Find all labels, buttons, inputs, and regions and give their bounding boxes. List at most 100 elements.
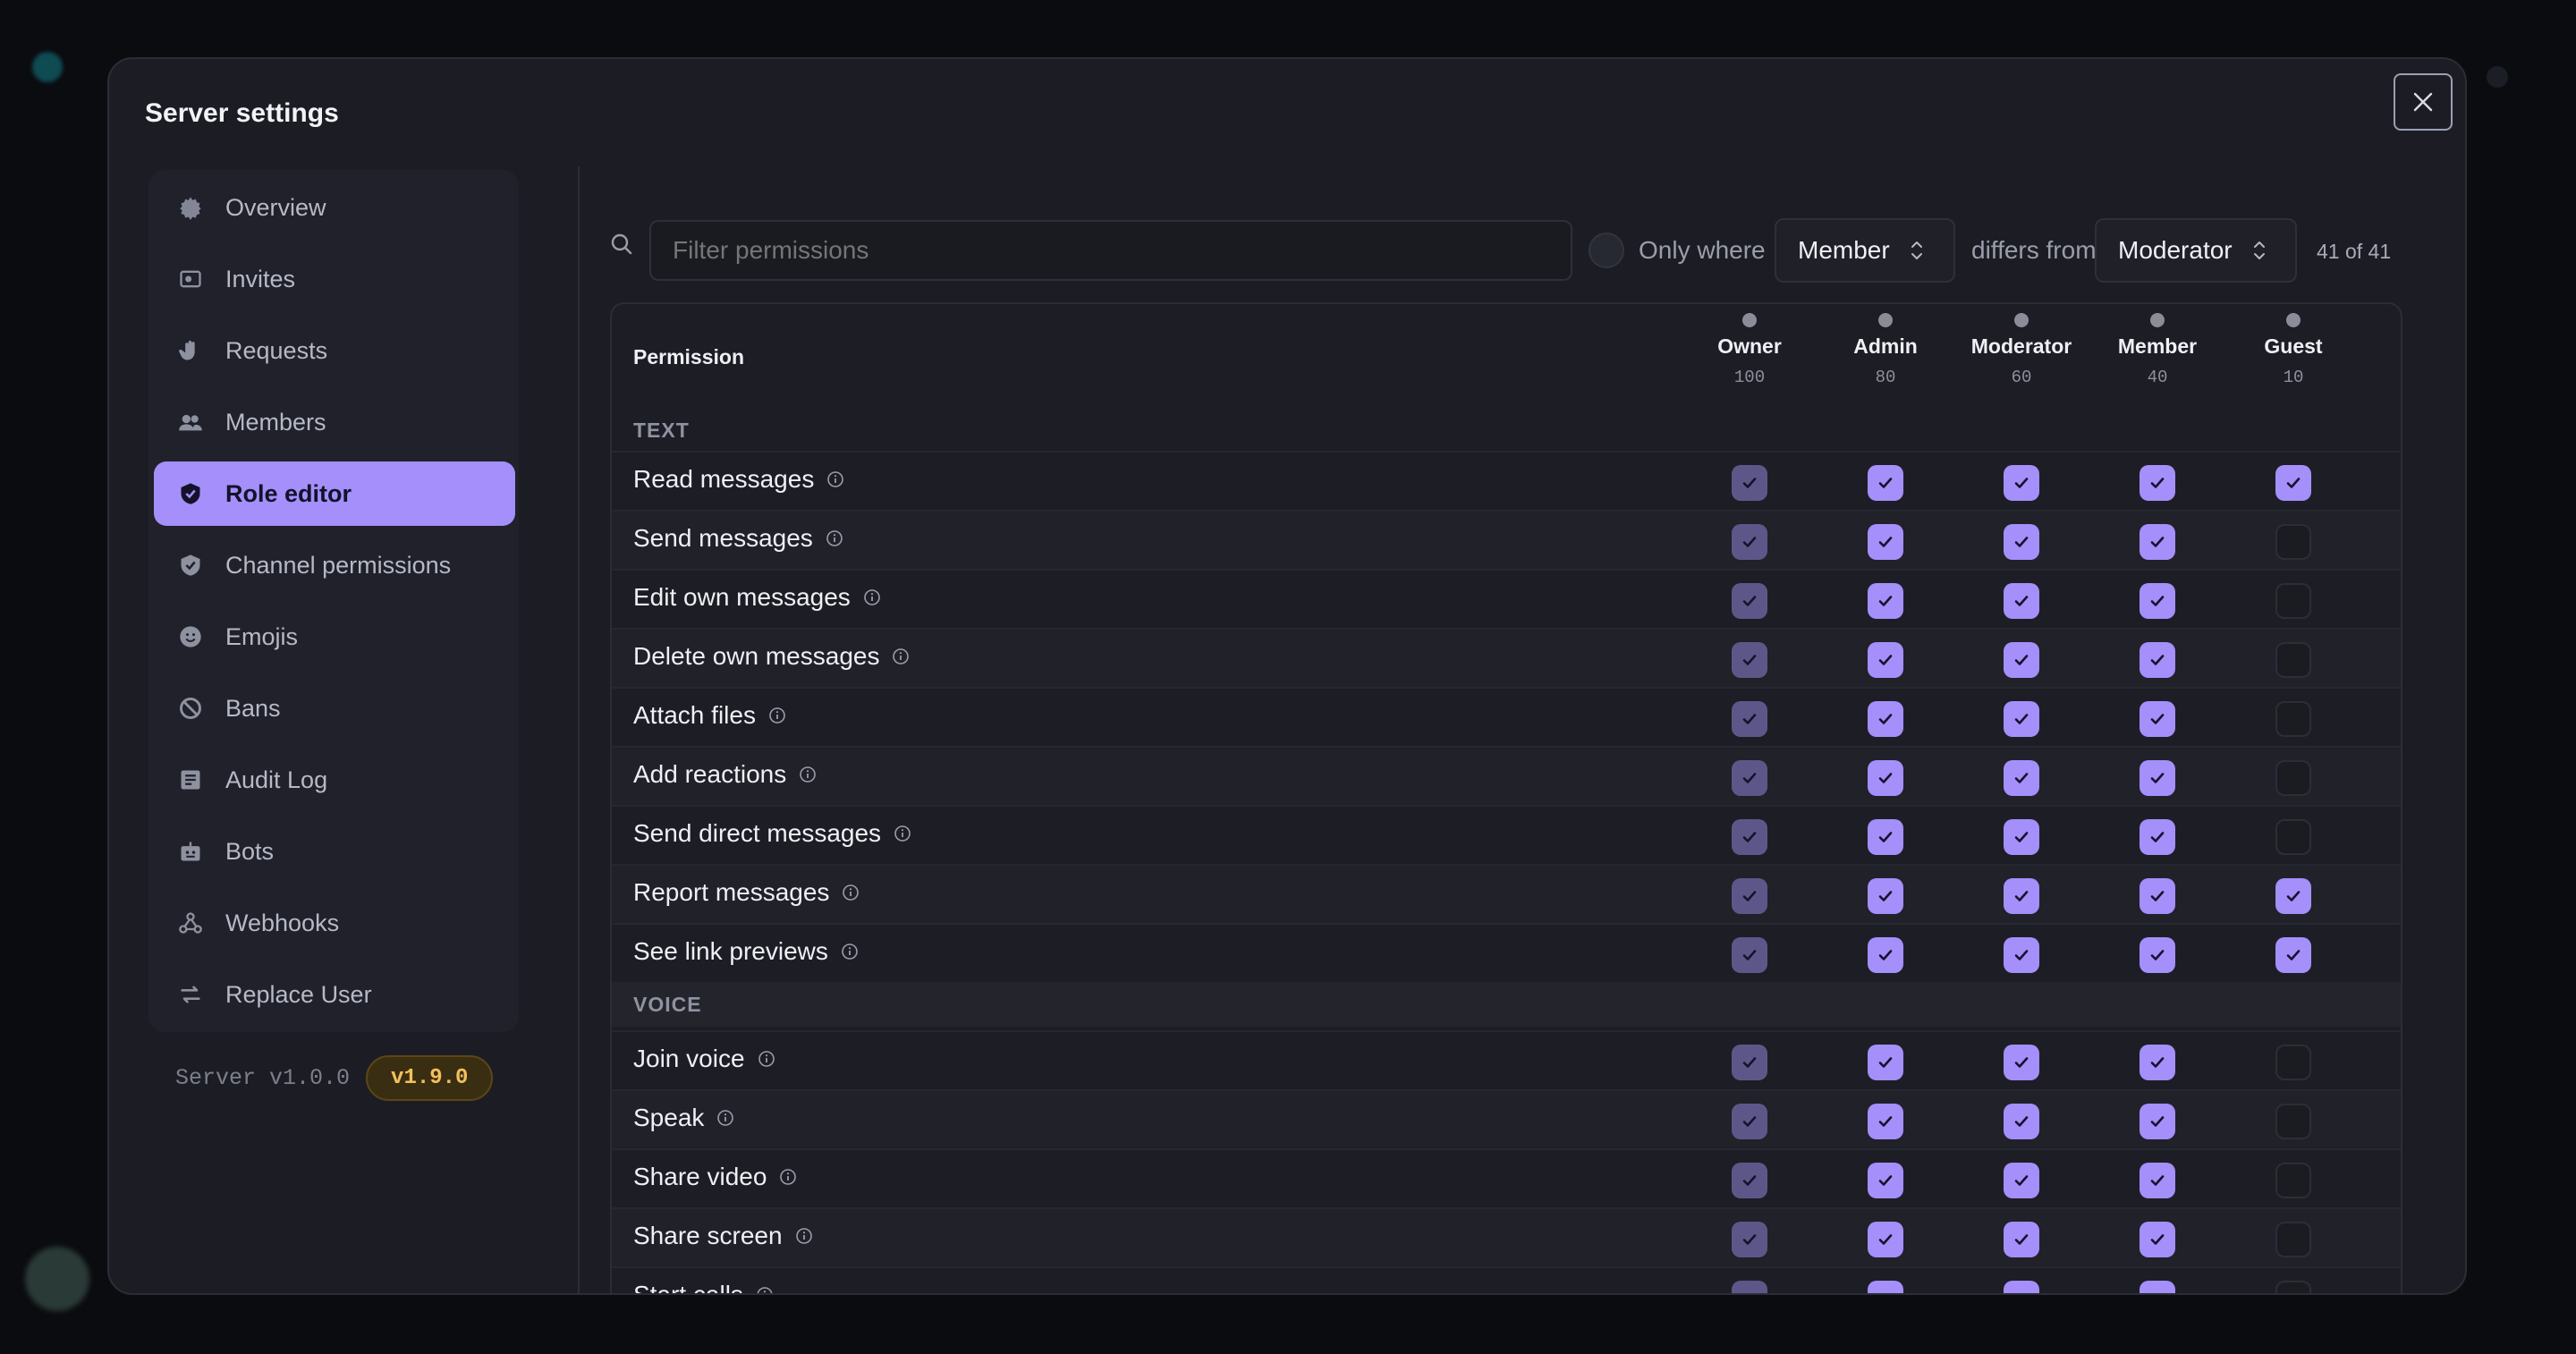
info-icon[interactable] [863, 588, 881, 606]
permission-checkbox-member[interactable] [2140, 1281, 2175, 1293]
check-icon [1878, 714, 1893, 724]
permission-checkbox-moderator[interactable] [2004, 524, 2039, 560]
permission-checkbox-member[interactable] [2140, 937, 2175, 973]
permission-checkbox-admin[interactable] [1868, 937, 1903, 973]
section-title: TEXT [633, 419, 690, 442]
permission-checkbox-guest[interactable] [2275, 1281, 2311, 1293]
permission-checkbox-moderator[interactable] [2004, 1045, 2039, 1080]
permission-checkbox-member[interactable] [2140, 465, 2175, 501]
check-icon [1878, 1175, 1893, 1186]
info-icon[interactable] [799, 766, 817, 783]
permission-checkbox-member[interactable] [2140, 760, 2175, 796]
permission-name: Share video [633, 1163, 767, 1190]
permission-checkbox-moderator[interactable] [2004, 1163, 2039, 1198]
permission-checkbox-guest[interactable] [2275, 1104, 2311, 1139]
permission-checkbox-moderator[interactable] [2004, 878, 2039, 914]
permission-checkbox-admin[interactable] [1868, 701, 1903, 737]
permission-checkbox-member[interactable] [2140, 524, 2175, 560]
sidebar-item-replace-user[interactable]: Replace User [154, 962, 515, 1027]
sidebar-item-invites[interactable]: Invites [154, 247, 515, 311]
permission-checkbox-guest[interactable] [2275, 583, 2311, 619]
filter-permissions-input[interactable] [649, 220, 1572, 281]
sidebar-item-bans[interactable]: Bans [154, 676, 515, 740]
permission-checkbox-guest[interactable] [2275, 524, 2311, 560]
permission-checkbox-guest[interactable] [2275, 1045, 2311, 1080]
sidebar-item-bots[interactable]: Bots [154, 819, 515, 884]
info-icon[interactable] [795, 1227, 813, 1245]
permission-checkbox-member[interactable] [2140, 583, 2175, 619]
role-a-select[interactable]: Member [1775, 218, 1955, 283]
info-icon[interactable] [758, 1050, 775, 1068]
permission-checkbox-admin[interactable] [1868, 760, 1903, 796]
permission-name: Delete own messages [633, 642, 880, 670]
permission-checkbox-admin[interactable] [1868, 819, 1903, 855]
sidebar-item-audit-log[interactable]: Audit Log [154, 748, 515, 812]
permission-checkbox-guest[interactable] [2275, 937, 2311, 973]
info-icon[interactable] [892, 647, 910, 665]
permission-checkbox-moderator[interactable] [2004, 937, 2039, 973]
permission-checkbox-moderator[interactable] [2004, 465, 2039, 501]
permission-name: Send direct messages [633, 819, 882, 847]
sidebar-item-role-editor[interactable]: Role editor [154, 461, 515, 526]
permission-checkbox-admin[interactable] [1868, 465, 1903, 501]
permission-checkbox-moderator[interactable] [2004, 1104, 2039, 1139]
sidebar-item-members[interactable]: Members [154, 390, 515, 454]
permission-checkbox-member[interactable] [2140, 819, 2175, 855]
sidebar-item-channel-permissions[interactable]: Channel permissions [154, 533, 515, 597]
role-b-select[interactable]: Moderator [2095, 218, 2297, 283]
permission-checkbox-guest[interactable] [2275, 760, 2311, 796]
permission-checkbox-moderator[interactable] [2004, 701, 2039, 737]
info-icon[interactable] [716, 1109, 734, 1127]
table-row: Join voice [612, 1030, 2401, 1089]
permission-checkbox-guest[interactable] [2275, 819, 2311, 855]
permission-checkbox-member[interactable] [2140, 642, 2175, 678]
check-icon [2014, 714, 2029, 724]
permission-checkbox-admin[interactable] [1868, 878, 1903, 914]
close-button[interactable] [2394, 73, 2453, 131]
permission-checkbox-moderator[interactable] [2004, 1281, 2039, 1293]
permission-checkbox-moderator[interactable] [2004, 760, 2039, 796]
permission-checkbox-admin[interactable] [1868, 642, 1903, 678]
permission-checkbox-member[interactable] [2140, 878, 2175, 914]
info-icon[interactable] [842, 884, 860, 901]
permission-checkbox-admin[interactable] [1868, 1222, 1903, 1257]
permission-checkbox-admin[interactable] [1868, 1281, 1903, 1293]
permission-checkbox-admin[interactable] [1868, 1163, 1903, 1198]
info-icon[interactable] [779, 1168, 797, 1186]
permission-checkbox-guest[interactable] [2275, 642, 2311, 678]
permission-checkbox-guest[interactable] [2275, 1222, 2311, 1257]
swap-icon [177, 981, 204, 1008]
permission-name: Add reactions [633, 760, 787, 788]
check-icon [1878, 1234, 1893, 1245]
check-icon [2150, 714, 2165, 724]
info-icon[interactable] [826, 529, 843, 547]
permission-checkbox-moderator[interactable] [2004, 1222, 2039, 1257]
permission-checkbox-guest[interactable] [2275, 878, 2311, 914]
permission-checkbox-admin[interactable] [1868, 1104, 1903, 1139]
info-icon[interactable] [841, 943, 859, 960]
permission-checkbox-member[interactable] [2140, 1222, 2175, 1257]
permission-checkbox-guest[interactable] [2275, 701, 2311, 737]
permission-checkbox-guest[interactable] [2275, 465, 2311, 501]
info-icon[interactable] [826, 470, 844, 488]
permission-checkbox-admin[interactable] [1868, 1045, 1903, 1080]
permission-checkbox-guest[interactable] [2275, 1163, 2311, 1198]
only-where-toggle[interactable] [1589, 233, 1624, 268]
permission-checkbox-moderator[interactable] [2004, 583, 2039, 619]
sidebar-item-requests[interactable]: Requests [154, 318, 515, 383]
info-icon[interactable] [768, 707, 786, 724]
permission-checkbox-admin[interactable] [1868, 583, 1903, 619]
info-icon[interactable] [894, 825, 911, 842]
permission-checkbox-member[interactable] [2140, 1045, 2175, 1080]
permission-checkbox-member[interactable] [2140, 701, 2175, 737]
permission-checkbox-admin[interactable] [1868, 524, 1903, 560]
check-icon [2014, 1116, 2029, 1127]
permission-checkbox-member[interactable] [2140, 1104, 2175, 1139]
sidebar-item-webhooks[interactable]: Webhooks [154, 891, 515, 955]
permission-checkbox-moderator[interactable] [2004, 642, 2039, 678]
sidebar-item-overview[interactable]: Overview [154, 175, 515, 240]
permission-checkbox-member[interactable] [2140, 1163, 2175, 1198]
sidebar-item-emojis[interactable]: Emojis [154, 605, 515, 669]
permission-checkbox-moderator[interactable] [2004, 819, 2039, 855]
info-icon[interactable] [756, 1286, 774, 1295]
